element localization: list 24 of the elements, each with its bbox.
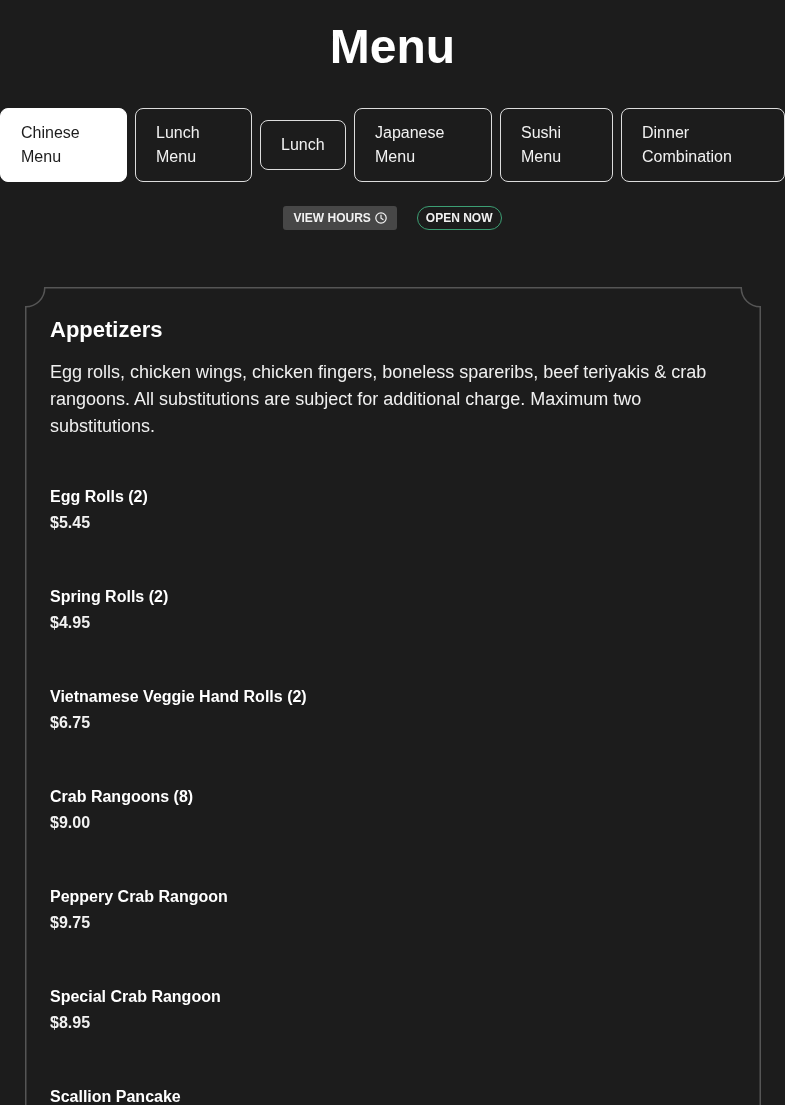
item-price: $9.75 (50, 915, 91, 931)
item-name: Vietnamese Veggie Hand Rolls (2) (50, 689, 307, 705)
item-name: Spring Rolls (2) (50, 589, 169, 605)
menu-tab[interactable]: Japanese Menu (354, 108, 492, 182)
page-title: Menu (329, 19, 456, 75)
item-name: Egg Rolls (2) (50, 489, 148, 505)
clock-icon (374, 212, 387, 224)
item-price: $4.95 (50, 615, 91, 631)
menu-tab[interactable]: Lunch (260, 120, 346, 170)
item-price: $8.95 (50, 1015, 91, 1031)
menu-tab[interactable]: Sushi Menu (500, 108, 613, 182)
view-hours-button[interactable]: VIEW HOURS (283, 206, 397, 230)
item-price: $5.45 (50, 515, 91, 531)
section-title: Appetizers (50, 316, 163, 344)
menu-tab[interactable]: Lunch Menu (135, 108, 252, 182)
menu-tab[interactable]: Chinese Menu (0, 108, 127, 182)
section-description: Egg rolls, chicken wings, chicken fingers, boneless spareribs, beef teriyakis & crab rangoons. All substitutions are subject for additional charge. Maximum two substitutions. (50, 361, 708, 438)
menu-tab[interactable]: Dinner Combination (621, 108, 785, 182)
item-price: $6.75 (50, 715, 91, 731)
item-name: Peppery Crab Rangoon (50, 889, 228, 905)
item-price: $9.00 (50, 815, 91, 831)
item-name: Scallion Pancake (50, 1089, 181, 1105)
item-name: Special Crab Rangoon (50, 989, 221, 1005)
item-name: Crab Rangoons (8) (50, 789, 194, 805)
